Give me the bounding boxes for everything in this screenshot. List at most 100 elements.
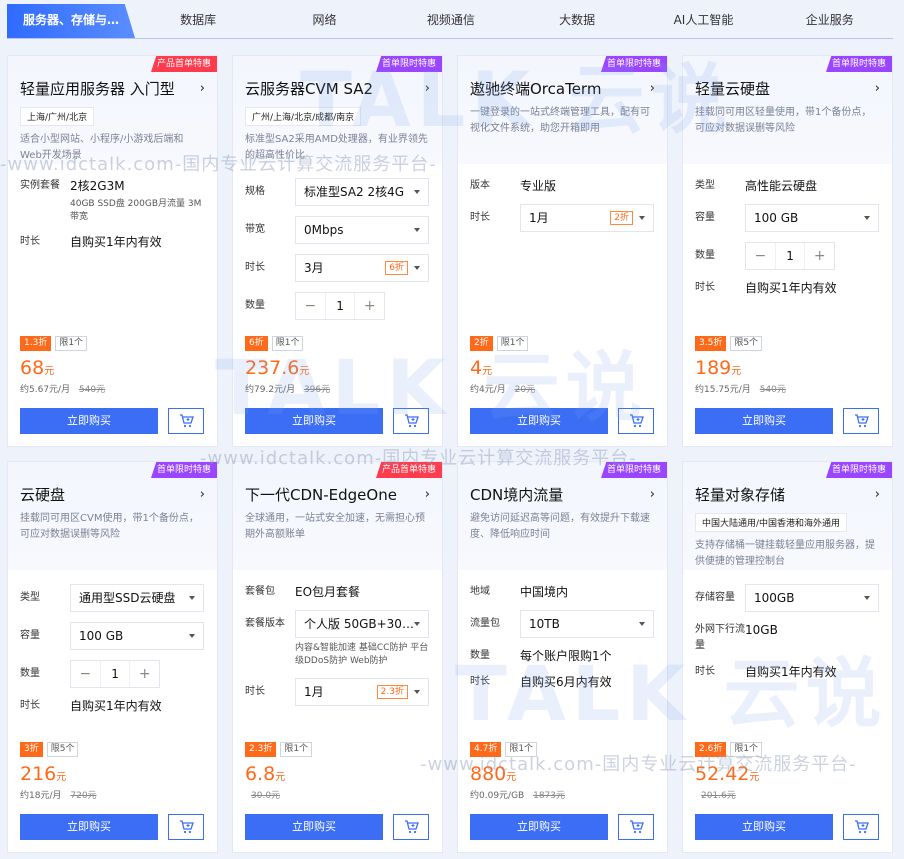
add-to-cart-button[interactable] bbox=[393, 408, 429, 434]
product-title-link[interactable]: 遨驰终端OrcaTerm › bbox=[470, 78, 655, 99]
option-select[interactable]: 通用型SSD云硬盘 bbox=[70, 584, 204, 612]
option-select[interactable]: 0Mbps bbox=[295, 216, 429, 244]
price-unit: 元 bbox=[749, 772, 760, 783]
original-price: 1873元 bbox=[533, 791, 566, 801]
product-title-link[interactable]: 轻量对象存储 › bbox=[695, 484, 880, 505]
option-select[interactable]: 10TB bbox=[520, 610, 654, 638]
card-footer: 1.3折 限1个 68元 约5.67元/月 540元 立即购买 bbox=[8, 336, 217, 446]
price-value: 52.42 bbox=[695, 763, 750, 785]
tab-6[interactable]: 企业服务 bbox=[767, 4, 893, 38]
card-options: 实例套餐 2核2G3M 40GB SSD盘 200GB月流量 3M带宽 时长 自… bbox=[8, 164, 217, 338]
product-title-link[interactable]: 云硬盘 › bbox=[20, 484, 205, 505]
limit-tag: 限1个 bbox=[496, 336, 529, 351]
option-value: 自购买1年内有效 bbox=[745, 281, 837, 295]
product-card: 首单限时特惠 轻量云硬盘 › 挂载同可用区轻量使用，带1个备份点，可应对数据误删… bbox=[682, 55, 893, 447]
buy-now-button[interactable]: 立即购买 bbox=[695, 408, 833, 434]
option-detail: 内容&智能加速 基础CC防护 平台级DDoS防护 Web防护 bbox=[295, 643, 429, 666]
option-label: 数量 bbox=[470, 650, 490, 661]
option-select[interactable]: 100 GB bbox=[745, 204, 879, 232]
buy-now-button[interactable]: 立即购买 bbox=[470, 814, 608, 840]
option-select[interactable]: 3月 6折 bbox=[295, 254, 429, 282]
product-card: 首单限时特惠 云服务器CVM SA2 › 广州/上海/北京/成都/南京 标准型S… bbox=[232, 55, 443, 447]
option-row: 容量 100 GB bbox=[695, 204, 880, 232]
option-row: 时长 3月 6折 bbox=[245, 254, 430, 282]
chevron-right-icon: › bbox=[874, 81, 880, 96]
add-to-cart-button[interactable] bbox=[618, 408, 654, 434]
option-label: 带宽 bbox=[245, 224, 265, 235]
product-title-link[interactable]: 轻量云硬盘 › bbox=[695, 78, 880, 99]
quantity-value[interactable]: 1 bbox=[774, 243, 806, 269]
add-to-cart-button[interactable] bbox=[843, 814, 879, 840]
buy-now-button[interactable]: 立即购买 bbox=[20, 408, 158, 434]
option-select[interactable]: 100GB bbox=[745, 584, 879, 612]
quantity-value[interactable]: 1 bbox=[324, 293, 356, 319]
cart-icon bbox=[630, 414, 644, 428]
option-row: 规格 标准型SA2 2核4G bbox=[245, 178, 430, 206]
product-title-link[interactable]: 下一代CDN-EdgeOne › bbox=[245, 484, 430, 505]
add-to-cart-button[interactable] bbox=[168, 814, 204, 840]
add-to-cart-button[interactable] bbox=[618, 814, 654, 840]
price-detail: 约15.75元/月 540元 bbox=[695, 383, 880, 397]
price: 216元 bbox=[20, 763, 205, 789]
option-select[interactable]: 1月 2.3折 bbox=[295, 678, 429, 706]
chevron-right-icon: › bbox=[874, 487, 880, 502]
price-per-period: 约18元/月 bbox=[20, 791, 62, 801]
card-header: 首单限时特惠 CDN境内流量 › 避免访问延迟高等问题，有效提升下载速度、降低响… bbox=[458, 462, 667, 570]
option-select[interactable]: 标准型SA2 2核4G bbox=[295, 178, 429, 206]
option-value: 高性能云硬盘 bbox=[745, 179, 818, 193]
add-to-cart-button[interactable] bbox=[843, 408, 879, 434]
option-row: 版本 专业版 bbox=[470, 178, 655, 194]
tab-3[interactable]: 视频通信 bbox=[388, 4, 514, 38]
option-select[interactable]: 1月 2折 bbox=[520, 204, 654, 232]
card-footer: 2.3折 限1个 6.8元 30.0元 立即购买 bbox=[233, 742, 442, 852]
buy-now-button[interactable]: 立即购买 bbox=[695, 814, 833, 840]
tab-1[interactable]: 数据库 bbox=[135, 4, 261, 38]
product-title-link[interactable]: 轻量应用服务器 入门型 › bbox=[20, 78, 205, 99]
price-unit: 元 bbox=[56, 772, 67, 783]
option-select[interactable]: 100 GB bbox=[70, 622, 204, 650]
product-card: 产品首单特惠 下一代CDN-EdgeOne › 全球通用，一站式安全加速，无需担… bbox=[232, 461, 443, 853]
option-row: 存储容量 100GB bbox=[695, 584, 880, 612]
minus-button[interactable]: − bbox=[746, 243, 775, 269]
select-value: 10TB bbox=[529, 617, 560, 631]
buy-now-button[interactable]: 立即购买 bbox=[20, 814, 158, 840]
quantity-stepper: − 1 + bbox=[745, 242, 835, 270]
discount-tag: 2折 bbox=[470, 336, 493, 351]
card-header: 首单限时特惠 遨驰终端OrcaTerm › 一键登录的一站式终端管理工具，配有可… bbox=[458, 56, 667, 164]
plus-button[interactable]: + bbox=[130, 661, 159, 687]
tab-5[interactable]: AI人工智能 bbox=[640, 4, 766, 38]
product-title-link[interactable]: CDN境内流量 › bbox=[470, 484, 655, 505]
region-tag: 广州/上海/北京/成都/南京 bbox=[245, 107, 362, 126]
price: 880元 bbox=[470, 763, 655, 789]
minus-button[interactable]: − bbox=[296, 293, 325, 319]
price-unit: 元 bbox=[506, 772, 517, 783]
quantity-value[interactable]: 1 bbox=[99, 661, 131, 687]
option-label: 套餐包 bbox=[245, 586, 275, 597]
option-row: 套餐包 EO包月套餐 bbox=[245, 584, 430, 600]
option-row: 数量 − 1 + bbox=[20, 660, 205, 688]
option-label: 时长 bbox=[20, 700, 40, 711]
product-title-link[interactable]: 云服务器CVM SA2 › bbox=[245, 78, 430, 99]
buy-now-button[interactable]: 立即购买 bbox=[470, 408, 608, 434]
tab-0[interactable]: 服务器、存储与… bbox=[7, 4, 135, 38]
select-value: 100 GB bbox=[754, 211, 799, 225]
minus-button[interactable]: − bbox=[71, 661, 100, 687]
option-label: 套餐版本 bbox=[245, 618, 285, 629]
price-per-period: 约0.09元/GB bbox=[470, 791, 525, 801]
option-label: 版本 bbox=[470, 180, 490, 191]
option-select[interactable]: 个人版 50GB+30… bbox=[295, 610, 429, 638]
option-row: 容量 100 GB bbox=[20, 622, 205, 650]
tab-4[interactable]: 大数据 bbox=[514, 4, 640, 38]
buy-now-button[interactable]: 立即购买 bbox=[245, 814, 383, 840]
buy-now-button[interactable]: 立即购买 bbox=[245, 408, 383, 434]
original-price: 201.6元 bbox=[701, 791, 736, 801]
plus-button[interactable]: + bbox=[355, 293, 384, 319]
plus-button[interactable]: + bbox=[805, 243, 834, 269]
add-to-cart-button[interactable] bbox=[168, 408, 204, 434]
original-price: 540元 bbox=[759, 385, 786, 395]
card-footer: 6折 限1个 237.6元 约79.2元/月 396元 立即购买 bbox=[233, 336, 442, 446]
tab-2[interactable]: 网络 bbox=[261, 4, 387, 38]
cart-icon bbox=[855, 414, 869, 428]
add-to-cart-button[interactable] bbox=[393, 814, 429, 840]
select-value: 100 GB bbox=[79, 629, 124, 643]
